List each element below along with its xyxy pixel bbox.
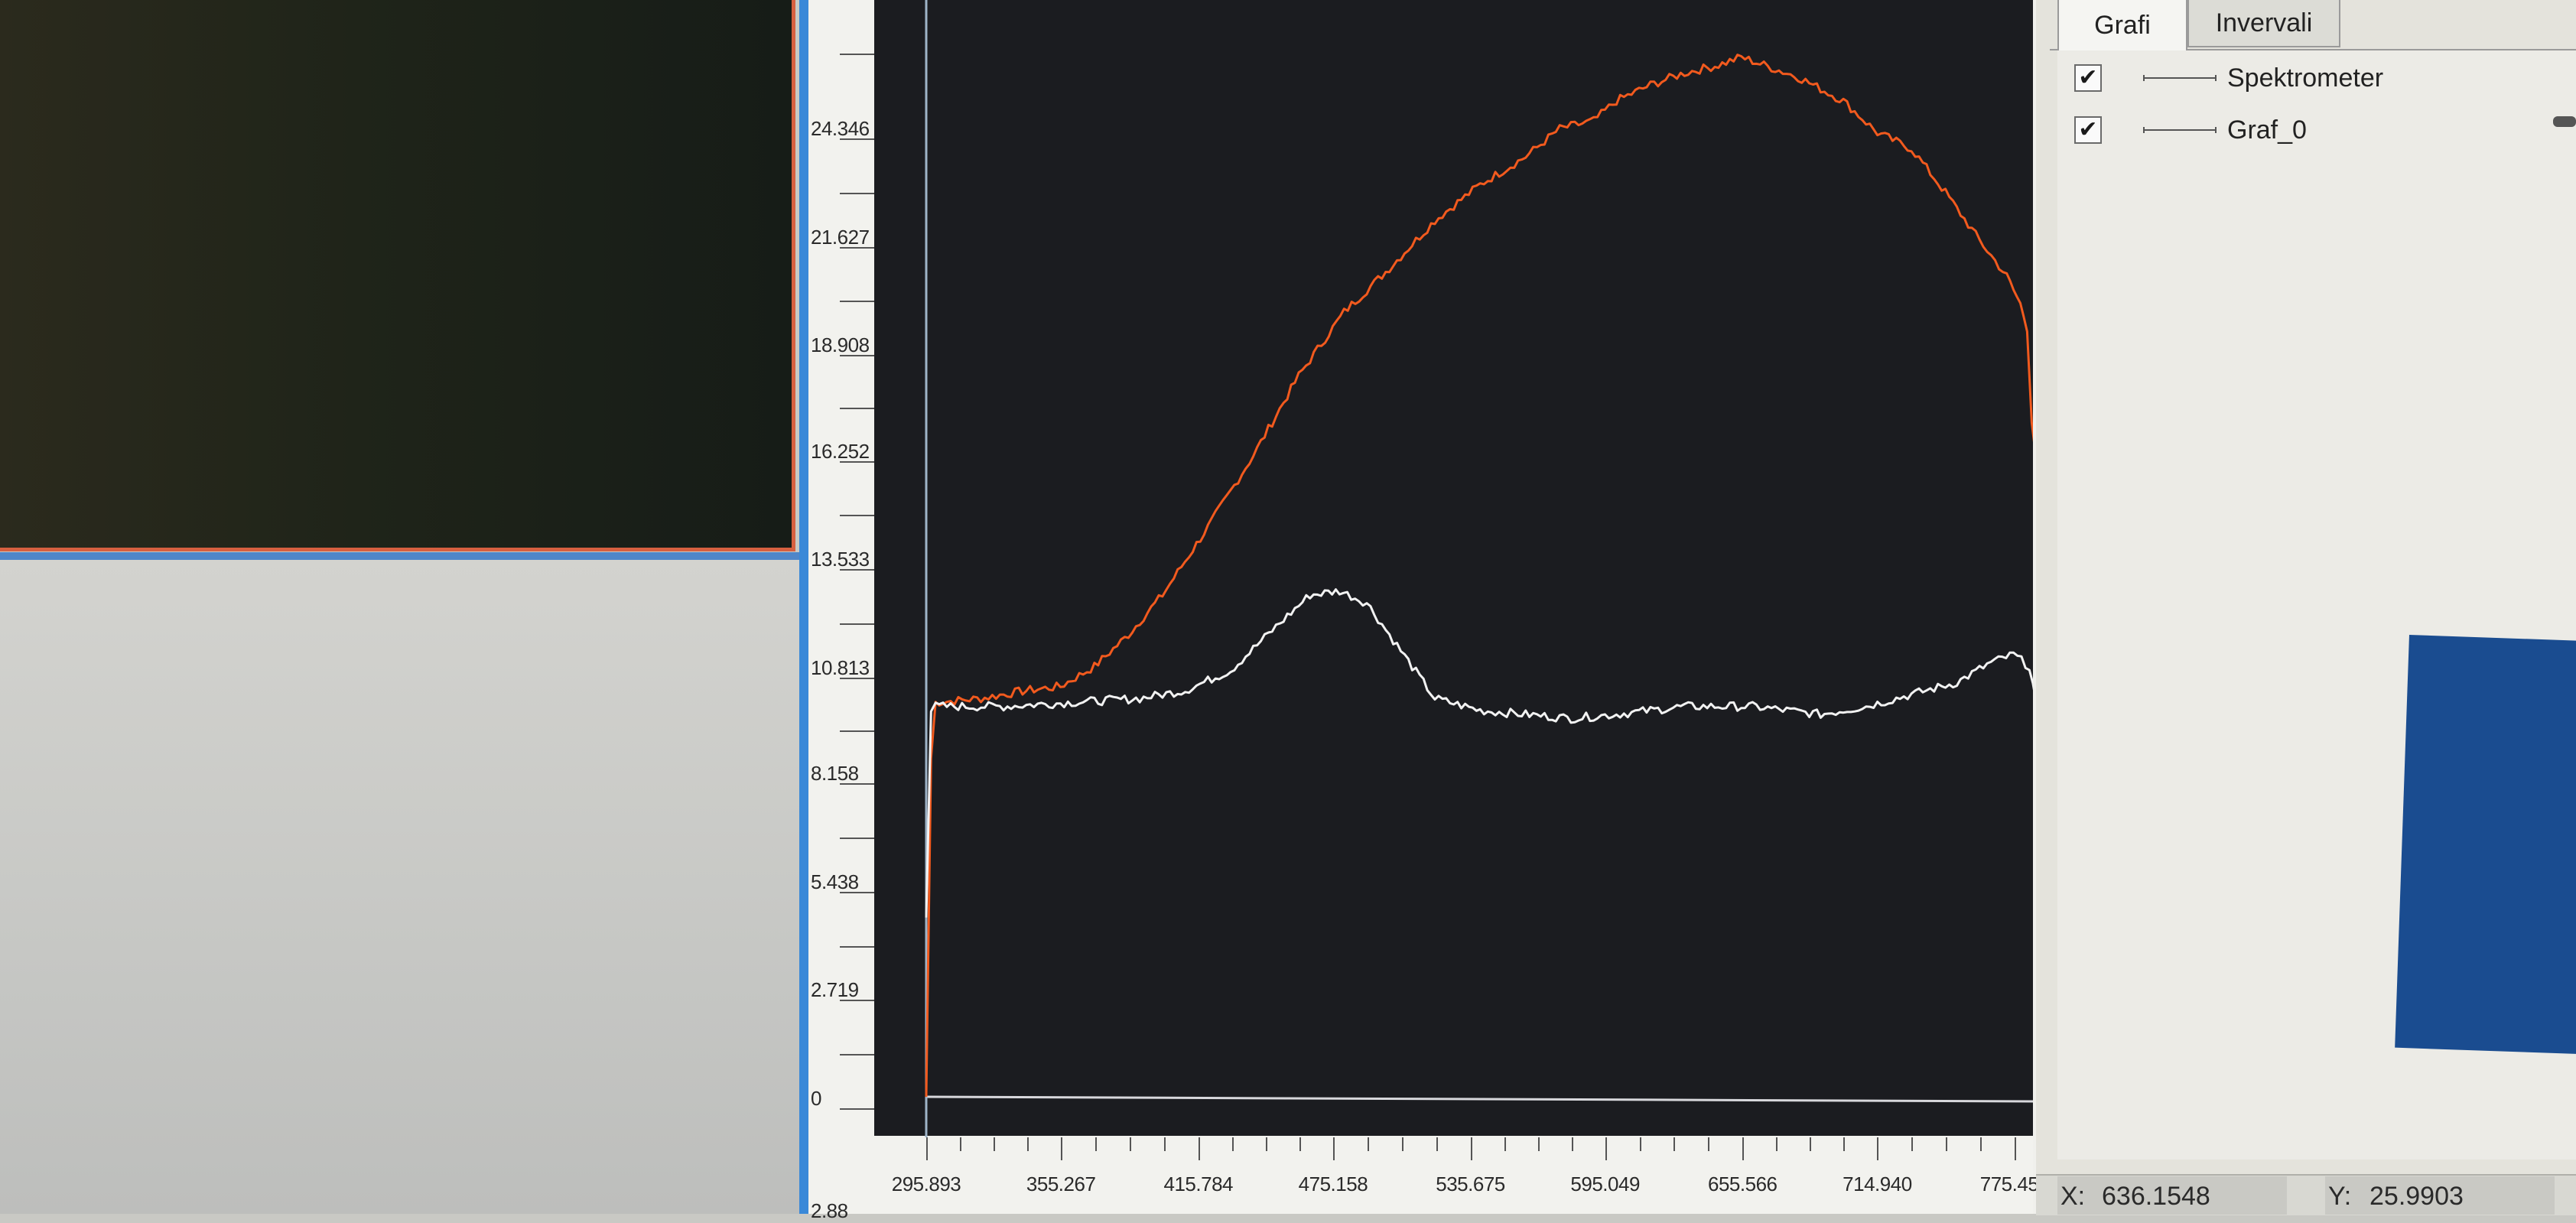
y-tick-label: 10.813 [811, 655, 870, 679]
x-major-tick [1877, 1137, 1879, 1160]
x-minor-tick [1571, 1137, 1573, 1151]
x-major-tick [1605, 1137, 1607, 1160]
plot-canvas[interactable] [874, 0, 2033, 1214]
x-major-tick [1470, 1137, 1472, 1160]
y-major-tick [840, 355, 874, 357]
y-major-tick [840, 1108, 874, 1110]
series-line-icon [2143, 75, 2217, 81]
y-tick-label: 18.908 [811, 333, 870, 357]
x-minor-tick [1231, 1137, 1234, 1151]
check-icon: ✔ [2078, 117, 2098, 142]
y-tick-label: 24.346 [811, 117, 870, 140]
y-tick-label: 5.438 [811, 870, 859, 893]
left-blank-panel [0, 560, 799, 1214]
y-tick-label: 8.158 [811, 762, 859, 786]
y-major-tick [840, 1000, 874, 1002]
y-major-tick [840, 246, 874, 249]
y-minor-tick [840, 1054, 874, 1056]
x-minor-tick [1810, 1137, 1812, 1151]
x-minor-tick [994, 1137, 996, 1151]
x-minor-tick [1163, 1137, 1166, 1151]
x-minor-tick [1095, 1137, 1098, 1151]
x-minor-tick [1946, 1137, 1948, 1151]
x-minor-tick [1436, 1137, 1438, 1151]
x-readout-label: X: [2060, 1182, 2086, 1211]
series-line-icon [2143, 127, 2217, 133]
y-minor-tick [840, 945, 874, 948]
x-major-tick [1332, 1137, 1335, 1160]
x-major-tick [2015, 1137, 2016, 1160]
y-minor-tick [840, 837, 874, 839]
y-minor-tick [840, 623, 874, 625]
series-label: Graf_0 [2227, 115, 2307, 145]
resize-handle-icon[interactable] [2553, 116, 2576, 127]
y-minor-tick [840, 515, 874, 517]
y-tick-label: 0 [811, 1087, 821, 1110]
x-minor-tick [1401, 1137, 1403, 1151]
y-tick-label: 16.252 [811, 439, 870, 463]
x-minor-tick [1980, 1137, 1982, 1151]
x-minor-tick [1504, 1137, 1506, 1151]
check-icon: ✔ [2078, 65, 2098, 90]
y-tick-label-partial: 2.88 [811, 1199, 848, 1222]
x-minor-tick [1776, 1137, 1778, 1151]
x-minor-tick [1673, 1137, 1676, 1151]
series-row-graf0[interactable]: ✔ Graf_0 [2074, 112, 2307, 148]
x-minor-tick [1367, 1137, 1369, 1151]
series-line-spektrometer [925, 54, 2033, 1098]
tab-intervali[interactable]: Invervali [2187, 0, 2340, 47]
x-minor-tick [960, 1137, 962, 1151]
x-tick-label: 415.784 [1163, 1173, 1234, 1195]
x-tick-label: 595.049 [1570, 1173, 1640, 1195]
x-tick-label: 475.158 [1298, 1173, 1368, 1195]
x-major-tick [926, 1137, 928, 1160]
y-minor-tick [840, 301, 874, 303]
y-readout-label: Y: [2328, 1182, 2352, 1211]
x-major-tick [1061, 1137, 1063, 1160]
y-major-tick [840, 138, 874, 140]
x-minor-tick [1639, 1137, 1641, 1151]
x-minor-tick [1843, 1137, 1846, 1151]
x-major-tick [1742, 1137, 1745, 1160]
left-dark-panel [0, 0, 795, 551]
y-axis [808, 0, 874, 1214]
x-minor-tick [1299, 1137, 1301, 1151]
blue-overlay-window [2395, 635, 2576, 1055]
y-tick-label: 21.627 [811, 225, 870, 249]
y-minor-tick [840, 54, 874, 55]
panel-divider[interactable] [0, 552, 799, 560]
series-row-spektrometer[interactable]: ✔ Spektrometer [2074, 60, 2383, 96]
checkbox-spektrometer[interactable]: ✔ [2074, 64, 2102, 92]
y-major-tick [840, 891, 874, 893]
y-tick-label: 13.533 [811, 548, 870, 571]
tab-grafi[interactable]: Grafi [2057, 0, 2187, 50]
zero-baseline [925, 1095, 2033, 1103]
y-readout-value: 25.9903 [2369, 1182, 2464, 1211]
x-minor-tick [1265, 1137, 1267, 1151]
y-major-tick [840, 677, 874, 679]
series-line-graf-0 [925, 588, 2033, 918]
y-minor-tick [840, 730, 874, 732]
y-minor-tick [840, 408, 874, 410]
y-major-tick [840, 460, 874, 463]
x-minor-tick [1911, 1137, 1914, 1151]
y-major-tick [840, 569, 874, 571]
x-tick-label: 655.566 [1708, 1173, 1778, 1195]
x-minor-tick [1027, 1137, 1029, 1151]
x-minor-tick [1537, 1137, 1540, 1151]
checkbox-graf0[interactable]: ✔ [2074, 116, 2102, 144]
x-tick-label: 355.267 [1026, 1173, 1096, 1195]
x-major-tick [1198, 1137, 1200, 1160]
x-tick-label: 295.893 [891, 1173, 961, 1195]
y-major-tick [840, 783, 874, 786]
x-tick-label: 714.940 [1843, 1173, 1912, 1195]
y-tick-label: 2.719 [811, 978, 859, 1002]
x-tick-label: 535.675 [1436, 1173, 1505, 1195]
x-minor-tick [1129, 1137, 1131, 1151]
x-readout-value: 636.1548 [2102, 1182, 2210, 1211]
y-minor-tick [840, 192, 874, 194]
series-label: Spektrometer [2227, 63, 2384, 93]
x-minor-tick [1708, 1137, 1710, 1151]
